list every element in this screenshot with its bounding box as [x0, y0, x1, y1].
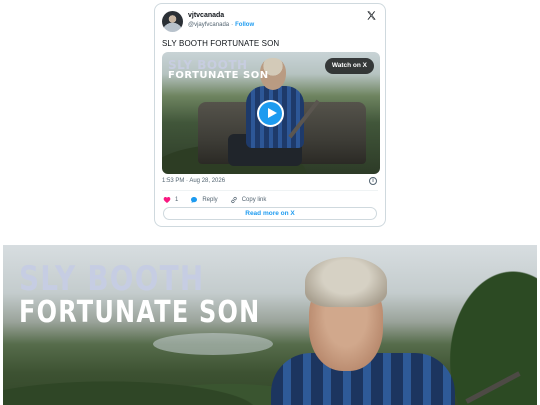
- x-logo-icon[interactable]: [366, 10, 377, 21]
- reply-button[interactable]: Reply: [190, 196, 218, 204]
- banner-title-line2: FORTUNATE SON: [19, 295, 261, 330]
- reply-icon: [191, 197, 198, 203]
- forest-left: [3, 341, 303, 405]
- post-text: SLY BOOTH FORTUNATE SON: [162, 39, 280, 48]
- info-icon[interactable]: i: [369, 177, 377, 185]
- video-title-line2: FORTUNATE SON: [168, 70, 269, 81]
- reply-label: Reply: [202, 197, 218, 203]
- separator: ·: [231, 22, 234, 28]
- avatar[interactable]: [162, 11, 183, 32]
- video-thumbnail[interactable]: SLY BOOTH FORTUNATE SON Watch on X: [162, 52, 380, 174]
- action-bar: 1 Reply Copy link: [163, 194, 278, 206]
- watch-on-x-button[interactable]: Watch on X: [324, 58, 374, 74]
- divider: [162, 190, 378, 191]
- timestamp[interactable]: 1:53 PM · Aug 28, 2026: [162, 178, 225, 184]
- display-name[interactable]: vjtvcanada: [188, 12, 224, 19]
- handle[interactable]: @vjayfvcanada: [188, 22, 229, 28]
- banner-title-line1: SLY BOOTH: [19, 259, 205, 299]
- copy-link-label: Copy link: [241, 197, 267, 203]
- link-icon: [230, 196, 237, 204]
- banner-figure-hair: [305, 257, 387, 307]
- heart-icon: [163, 197, 171, 203]
- like-count: 1: [175, 197, 179, 203]
- handle-row: @vjayfvcanada · Follow: [188, 22, 254, 28]
- read-more-button[interactable]: Read more on X: [163, 207, 377, 220]
- hero-banner-image: SLY BOOTH FORTUNATE SON: [3, 245, 537, 405]
- play-icon[interactable]: [257, 100, 284, 127]
- like-button[interactable]: 1: [163, 196, 178, 204]
- follow-button[interactable]: Follow: [235, 22, 254, 28]
- embedded-post-card: vjtvcanada @vjayfvcanada · Follow SLY BOOT…: [154, 3, 386, 227]
- copy-link-button[interactable]: Copy link: [230, 196, 267, 204]
